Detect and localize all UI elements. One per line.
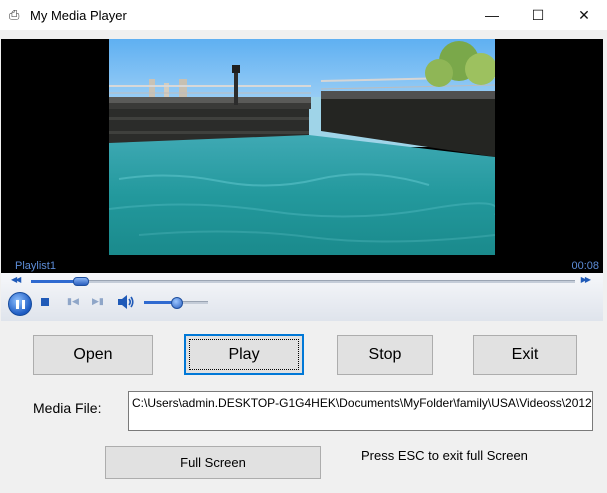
volume-slider[interactable] <box>144 297 208 309</box>
stop-button[interactable]: Stop <box>337 335 433 375</box>
seek-bar[interactable] <box>31 277 575 286</box>
previous-track-icon[interactable]: ▮◀ <box>67 296 79 307</box>
next-track-icon[interactable]: ▶▮ <box>92 296 104 307</box>
volume-icon[interactable] <box>116 293 134 311</box>
window-title: My Media Player <box>30 8 127 23</box>
open-button[interactable]: Open <box>33 335 153 375</box>
rewind-icon[interactable]: ◀◀ <box>11 275 21 284</box>
esc-hint: Press ESC to exit full Screen <box>361 448 528 463</box>
time-display: 00:08 <box>571 260 599 272</box>
pause-icon <box>15 299 19 309</box>
fast-forward-icon[interactable]: ▶▶ <box>581 275 591 284</box>
video-frame-image <box>109 39 495 255</box>
player-controls: ◀◀ ▶▶ ▮◀ ▶▮ <box>1 273 603 321</box>
pause-button[interactable] <box>8 292 32 316</box>
stop-icon[interactable] <box>41 298 49 306</box>
full-screen-button[interactable]: Full Screen <box>105 446 321 479</box>
media-file-input[interactable]: C:\Users\admin.DESKTOP-G1G4HEK\Documents… <box>128 391 593 431</box>
volume-thumb[interactable] <box>171 297 183 309</box>
minimize-button[interactable]: — <box>469 0 515 30</box>
media-file-label: Media File: <box>33 400 102 416</box>
close-button[interactable]: ✕ <box>561 0 607 30</box>
title-bar: ⎙ My Media Player — ☐ ✕ <box>0 0 607 30</box>
media-app-icon: ⎙ <box>9 7 20 22</box>
video-frame[interactable] <box>109 39 495 255</box>
playlist-label: Playlist1 <box>15 260 56 272</box>
maximize-button[interactable]: ☐ <box>515 0 561 30</box>
pause-icon <box>21 299 25 309</box>
seek-thumb[interactable] <box>72 277 89 286</box>
exit-button[interactable]: Exit <box>473 335 577 375</box>
play-button[interactable]: Play <box>184 334 304 375</box>
media-player[interactable]: Playlist1 00:08 ◀◀ ▶▶ ▮◀ ▶▮ <box>1 39 603 321</box>
